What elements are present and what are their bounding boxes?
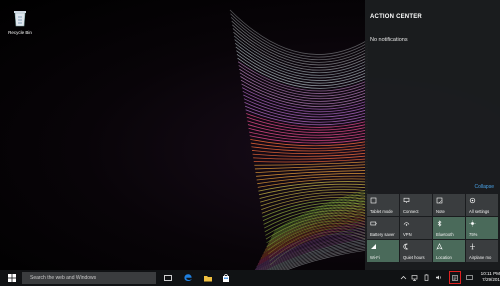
- quick-action-wifi[interactable]: Wi-Fi: [367, 240, 399, 262]
- quick-action-tablet[interactable]: Tablet mode: [367, 194, 399, 216]
- vpn-icon: [403, 222, 410, 226]
- file-explorer-icon[interactable]: [203, 273, 213, 283]
- brightness-icon: [469, 220, 476, 227]
- recycle-bin-shortcut[interactable]: Recycle Bin: [4, 9, 36, 35]
- quick-actions-grid: Tablet mode Connect Note All settings Batter…: [367, 194, 499, 262]
- note-icon: [436, 197, 443, 204]
- quick-action-label: VPN: [403, 232, 412, 237]
- action-center-panel: ACTION CENTER No notifications Collapse …: [365, 0, 500, 270]
- clock-date: 7/29/201: [482, 277, 500, 282]
- connect-icon: [403, 197, 410, 203]
- airplane-icon: [470, 243, 475, 250]
- tablet-icon: [370, 197, 377, 204]
- quick-action-location[interactable]: Location: [433, 240, 465, 262]
- recycle-bin-label: Recycle Bin: [8, 30, 32, 35]
- no-notifications-text: No notifications: [370, 37, 408, 43]
- gear-icon: [469, 197, 476, 204]
- quick-action-moon[interactable]: Quiet hours: [400, 240, 432, 262]
- location-icon: [436, 243, 443, 250]
- bluetooth-icon: [437, 220, 442, 227]
- quick-action-label: Quiet hours: [403, 255, 425, 260]
- battery-icon: [370, 221, 377, 226]
- collapse-link[interactable]: Collapse: [475, 184, 494, 190]
- taskbar: Search the web and Windows 10:11 PM 7/29…: [0, 270, 500, 286]
- quick-action-gear[interactable]: All settings: [466, 194, 498, 216]
- network-icon[interactable]: [411, 274, 418, 281]
- quick-action-connect[interactable]: Connect: [400, 194, 432, 216]
- quick-action-airplane[interactable]: Airplane mo: [466, 240, 498, 262]
- moon-icon: [403, 243, 409, 250]
- wifi-icon: [371, 244, 376, 249]
- quick-action-label: All settings: [469, 209, 490, 214]
- store-icon[interactable]: [221, 273, 231, 283]
- clock[interactable]: 10:11 PM 7/29/201: [478, 271, 500, 283]
- edge-browser-icon[interactable]: [183, 273, 193, 283]
- quick-action-label: Location: [436, 255, 452, 260]
- quick-action-brightness[interactable]: 75%: [466, 217, 498, 239]
- battery-tray-icon[interactable]: [423, 274, 430, 281]
- search-placeholder: Search the web and Windows: [30, 275, 97, 281]
- action-center-button[interactable]: [449, 271, 461, 284]
- quick-action-bluetooth[interactable]: Bluetooth: [433, 217, 465, 239]
- quick-action-note[interactable]: Note: [433, 194, 465, 216]
- chevron-up-icon[interactable]: [400, 274, 407, 281]
- quick-action-label: Battery saver: [370, 232, 395, 237]
- recycle-bin-icon: [14, 11, 26, 27]
- keyboard-icon[interactable]: [466, 274, 473, 281]
- quick-action-label: 75%: [469, 232, 478, 237]
- quick-action-label: Wi-Fi: [370, 255, 380, 260]
- quick-action-battery[interactable]: Battery saver: [367, 217, 399, 239]
- notifications-icon: [452, 274, 458, 281]
- task-view-icon[interactable]: [163, 273, 173, 283]
- action-center-title: ACTION CENTER: [370, 14, 422, 20]
- quick-action-label: Bluetooth: [436, 232, 454, 237]
- volume-icon[interactable]: [435, 274, 442, 281]
- quick-action-label: Airplane mo: [469, 255, 492, 260]
- windows-start-icon[interactable]: [8, 274, 16, 282]
- quick-action-vpn[interactable]: VPN: [400, 217, 432, 239]
- search-box[interactable]: Search the web and Windows: [22, 272, 156, 284]
- quick-action-label: Tablet mode: [370, 209, 393, 214]
- quick-action-label: Note: [436, 209, 445, 214]
- quick-action-label: Connect: [403, 209, 419, 214]
